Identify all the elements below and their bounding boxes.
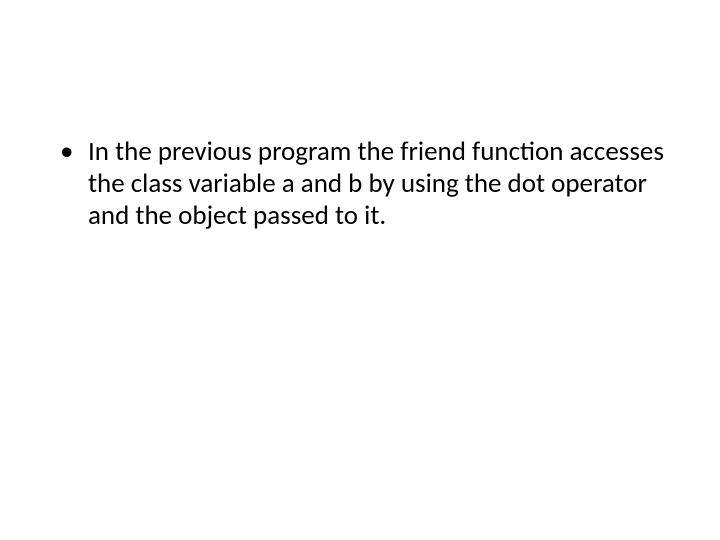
bullet-item: In the previous program the friend funct… — [54, 136, 666, 232]
bullet-list: In the previous program the friend funct… — [54, 136, 666, 232]
bullet-text: In the previous program the friend funct… — [88, 135, 664, 232]
slide: In the previous program the friend funct… — [0, 0, 720, 540]
body-text-area: In the previous program the friend funct… — [54, 136, 666, 232]
